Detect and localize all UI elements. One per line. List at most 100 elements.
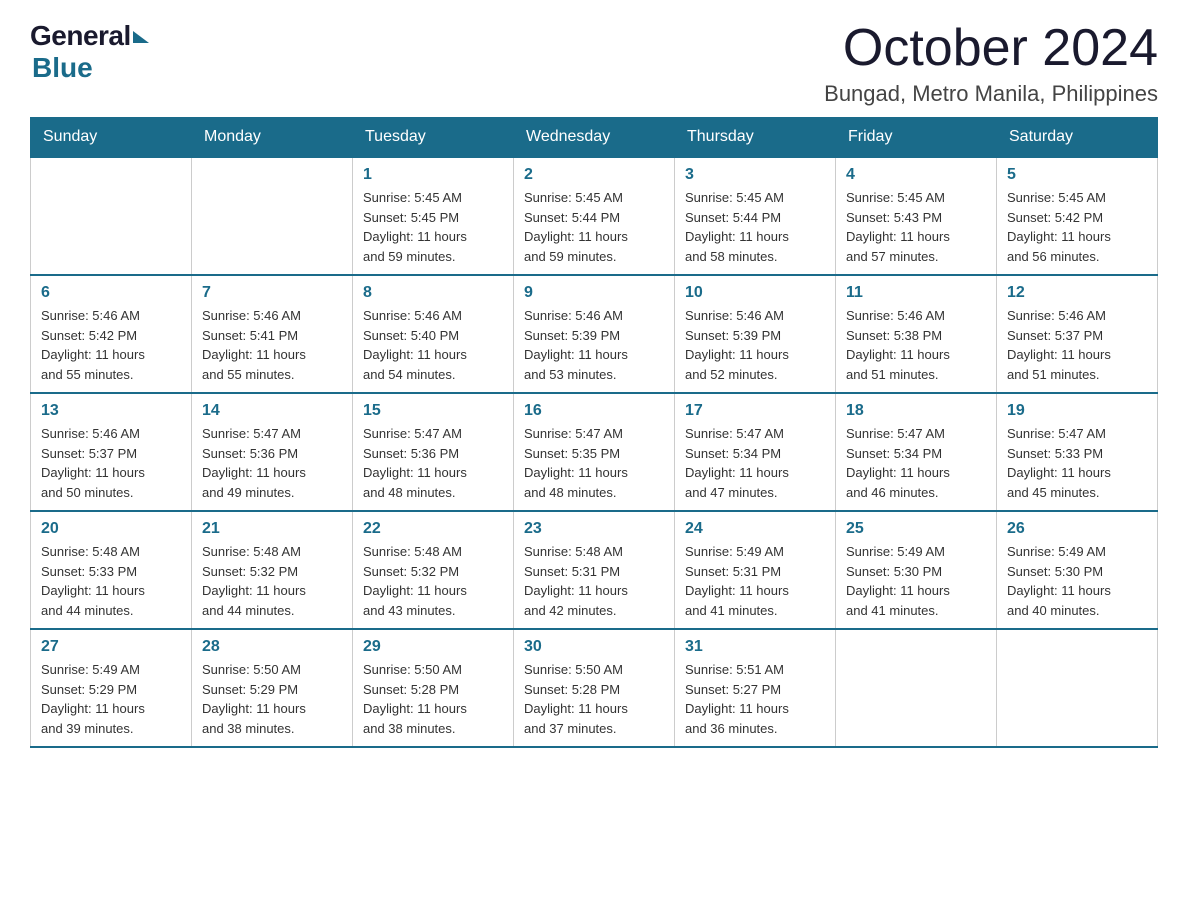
day-number: 23 [524, 520, 664, 538]
day-info: Sunrise: 5:46 AMSunset: 5:39 PMDaylight:… [685, 306, 825, 384]
day-number: 27 [41, 638, 181, 656]
calendar-cell: 17 Sunrise: 5:47 AMSunset: 5:34 PMDayligh… [675, 393, 836, 511]
day-info: Sunrise: 5:47 AMSunset: 5:34 PMDaylight:… [846, 424, 986, 502]
calendar-cell: 24 Sunrise: 5:49 AMSunset: 5:31 PMDayligh… [675, 511, 836, 629]
day-info: Sunrise: 5:45 AMSunset: 5:45 PMDaylight:… [363, 188, 503, 266]
day-number: 12 [1007, 284, 1147, 302]
day-number: 21 [202, 520, 342, 538]
calendar-day-header: Sunday [31, 118, 192, 158]
day-number: 10 [685, 284, 825, 302]
day-number: 5 [1007, 166, 1147, 184]
calendar-week-row: 1Sunrise: 5:45 AMSunset: 5:45 PMDaylight… [31, 157, 1158, 275]
day-info: Sunrise: 5:50 AMSunset: 5:29 PMDaylight:… [202, 660, 342, 738]
month-year-title: October 2024 [824, 20, 1158, 77]
calendar-cell: 16 Sunrise: 5:47 AMSunset: 5:35 PMDayligh… [514, 393, 675, 511]
day-info: Sunrise: 5:48 AMSunset: 5:31 PMDaylight:… [524, 542, 664, 620]
calendar-cell: 9 Sunrise: 5:46 AMSunset: 5:39 PMDaylight… [514, 275, 675, 393]
day-info: Sunrise: 5:49 AMSunset: 5:30 PMDaylight:… [1007, 542, 1147, 620]
calendar-cell: 8 Sunrise: 5:46 AMSunset: 5:40 PMDaylight… [353, 275, 514, 393]
calendar-cell: 20 Sunrise: 5:48 AMSunset: 5:33 PMDayligh… [31, 511, 192, 629]
title-section: October 2024 Bungad, Metro Manila, Phili… [824, 20, 1158, 107]
day-info: Sunrise: 5:48 AMSunset: 5:33 PMDaylight:… [41, 542, 181, 620]
calendar-cell: 28 Sunrise: 5:50 AMSunset: 5:29 PMDayligh… [192, 629, 353, 747]
day-info: Sunrise: 5:46 AMSunset: 5:41 PMDaylight:… [202, 306, 342, 384]
day-number: 4 [846, 166, 986, 184]
day-number: 8 [363, 284, 503, 302]
day-number: 31 [685, 638, 825, 656]
day-number: 19 [1007, 402, 1147, 420]
day-info: Sunrise: 5:47 AMSunset: 5:34 PMDaylight:… [685, 424, 825, 502]
day-info: Sunrise: 5:47 AMSunset: 5:36 PMDaylight:… [202, 424, 342, 502]
calendar-cell: 15 Sunrise: 5:47 AMSunset: 5:36 PMDayligh… [353, 393, 514, 511]
day-info: Sunrise: 5:47 AMSunset: 5:36 PMDaylight:… [363, 424, 503, 502]
day-number: 18 [846, 402, 986, 420]
calendar-day-header: Wednesday [514, 118, 675, 158]
calendar-day-header: Thursday [675, 118, 836, 158]
calendar-header-row: SundayMondayTuesdayWednesdayThursdayFrid… [31, 118, 1158, 158]
calendar-week-row: 13 Sunrise: 5:46 AMSunset: 5:37 PMDayligh… [31, 393, 1158, 511]
day-info: Sunrise: 5:50 AMSunset: 5:28 PMDaylight:… [524, 660, 664, 738]
calendar-cell: 11 Sunrise: 5:46 AMSunset: 5:38 PMDayligh… [836, 275, 997, 393]
calendar-cell: 19 Sunrise: 5:47 AMSunset: 5:33 PMDayligh… [997, 393, 1158, 511]
calendar-cell: 27 Sunrise: 5:49 AMSunset: 5:29 PMDayligh… [31, 629, 192, 747]
day-info: Sunrise: 5:49 AMSunset: 5:30 PMDaylight:… [846, 542, 986, 620]
day-number: 13 [41, 402, 181, 420]
day-number: 24 [685, 520, 825, 538]
day-number: 16 [524, 402, 664, 420]
calendar-table: SundayMondayTuesdayWednesdayThursdayFrid… [30, 117, 1158, 748]
calendar-cell: 12 Sunrise: 5:46 AMSunset: 5:37 PMDayligh… [997, 275, 1158, 393]
logo: General Blue [30, 20, 149, 84]
calendar-cell: 31Sunrise: 5:51 AMSunset: 5:27 PMDayligh… [675, 629, 836, 747]
logo-arrow-icon [133, 31, 149, 43]
day-info: Sunrise: 5:49 AMSunset: 5:29 PMDaylight:… [41, 660, 181, 738]
calendar-week-row: 20 Sunrise: 5:48 AMSunset: 5:33 PMDayligh… [31, 511, 1158, 629]
day-info: Sunrise: 5:45 AMSunset: 5:43 PMDaylight:… [846, 188, 986, 266]
calendar-cell: 1Sunrise: 5:45 AMSunset: 5:45 PMDaylight… [353, 157, 514, 275]
calendar-day-header: Saturday [997, 118, 1158, 158]
day-info: Sunrise: 5:47 AMSunset: 5:33 PMDaylight:… [1007, 424, 1147, 502]
calendar-week-row: 27 Sunrise: 5:49 AMSunset: 5:29 PMDayligh… [31, 629, 1158, 747]
day-info: Sunrise: 5:50 AMSunset: 5:28 PMDaylight:… [363, 660, 503, 738]
calendar-cell: 29Sunrise: 5:50 AMSunset: 5:28 PMDayligh… [353, 629, 514, 747]
calendar-cell: 25 Sunrise: 5:49 AMSunset: 5:30 PMDayligh… [836, 511, 997, 629]
day-number: 22 [363, 520, 503, 538]
day-info: Sunrise: 5:47 AMSunset: 5:35 PMDaylight:… [524, 424, 664, 502]
logo-general-text: General [30, 20, 131, 52]
day-number: 6 [41, 284, 181, 302]
calendar-cell: 18 Sunrise: 5:47 AMSunset: 5:34 PMDayligh… [836, 393, 997, 511]
day-info: Sunrise: 5:46 AMSunset: 5:37 PMDaylight:… [1007, 306, 1147, 384]
day-info: Sunrise: 5:49 AMSunset: 5:31 PMDaylight:… [685, 542, 825, 620]
calendar-cell: 7Sunrise: 5:46 AMSunset: 5:41 PMDaylight… [192, 275, 353, 393]
day-number: 25 [846, 520, 986, 538]
calendar-cell: 6Sunrise: 5:46 AMSunset: 5:42 PMDaylight… [31, 275, 192, 393]
location-subtitle: Bungad, Metro Manila, Philippines [824, 81, 1158, 107]
page-header: General Blue October 2024 Bungad, Metro … [30, 20, 1158, 107]
calendar-cell: 23 Sunrise: 5:48 AMSunset: 5:31 PMDayligh… [514, 511, 675, 629]
calendar-day-header: Friday [836, 118, 997, 158]
calendar-cell [192, 157, 353, 275]
day-number: 15 [363, 402, 503, 420]
logo-blue-text: Blue [32, 52, 93, 84]
calendar-cell: 22Sunrise: 5:48 AMSunset: 5:32 PMDayligh… [353, 511, 514, 629]
day-number: 2 [524, 166, 664, 184]
day-number: 3 [685, 166, 825, 184]
day-info: Sunrise: 5:46 AMSunset: 5:39 PMDaylight:… [524, 306, 664, 384]
day-number: 11 [846, 284, 986, 302]
calendar-cell: 26Sunrise: 5:49 AMSunset: 5:30 PMDayligh… [997, 511, 1158, 629]
day-info: Sunrise: 5:46 AMSunset: 5:40 PMDaylight:… [363, 306, 503, 384]
calendar-day-header: Monday [192, 118, 353, 158]
day-info: Sunrise: 5:46 AMSunset: 5:38 PMDaylight:… [846, 306, 986, 384]
day-number: 9 [524, 284, 664, 302]
day-info: Sunrise: 5:45 AMSunset: 5:44 PMDaylight:… [685, 188, 825, 266]
day-number: 20 [41, 520, 181, 538]
day-number: 17 [685, 402, 825, 420]
calendar-cell: 14 Sunrise: 5:47 AMSunset: 5:36 PMDayligh… [192, 393, 353, 511]
day-number: 14 [202, 402, 342, 420]
day-number: 28 [202, 638, 342, 656]
day-info: Sunrise: 5:45 AMSunset: 5:44 PMDaylight:… [524, 188, 664, 266]
calendar-cell: 10 Sunrise: 5:46 AMSunset: 5:39 PMDayligh… [675, 275, 836, 393]
calendar-cell: 13 Sunrise: 5:46 AMSunset: 5:37 PMDayligh… [31, 393, 192, 511]
day-info: Sunrise: 5:46 AMSunset: 5:37 PMDaylight:… [41, 424, 181, 502]
calendar-cell: 21Sunrise: 5:48 AMSunset: 5:32 PMDayligh… [192, 511, 353, 629]
calendar-cell: 3 Sunrise: 5:45 AMSunset: 5:44 PMDaylight… [675, 157, 836, 275]
